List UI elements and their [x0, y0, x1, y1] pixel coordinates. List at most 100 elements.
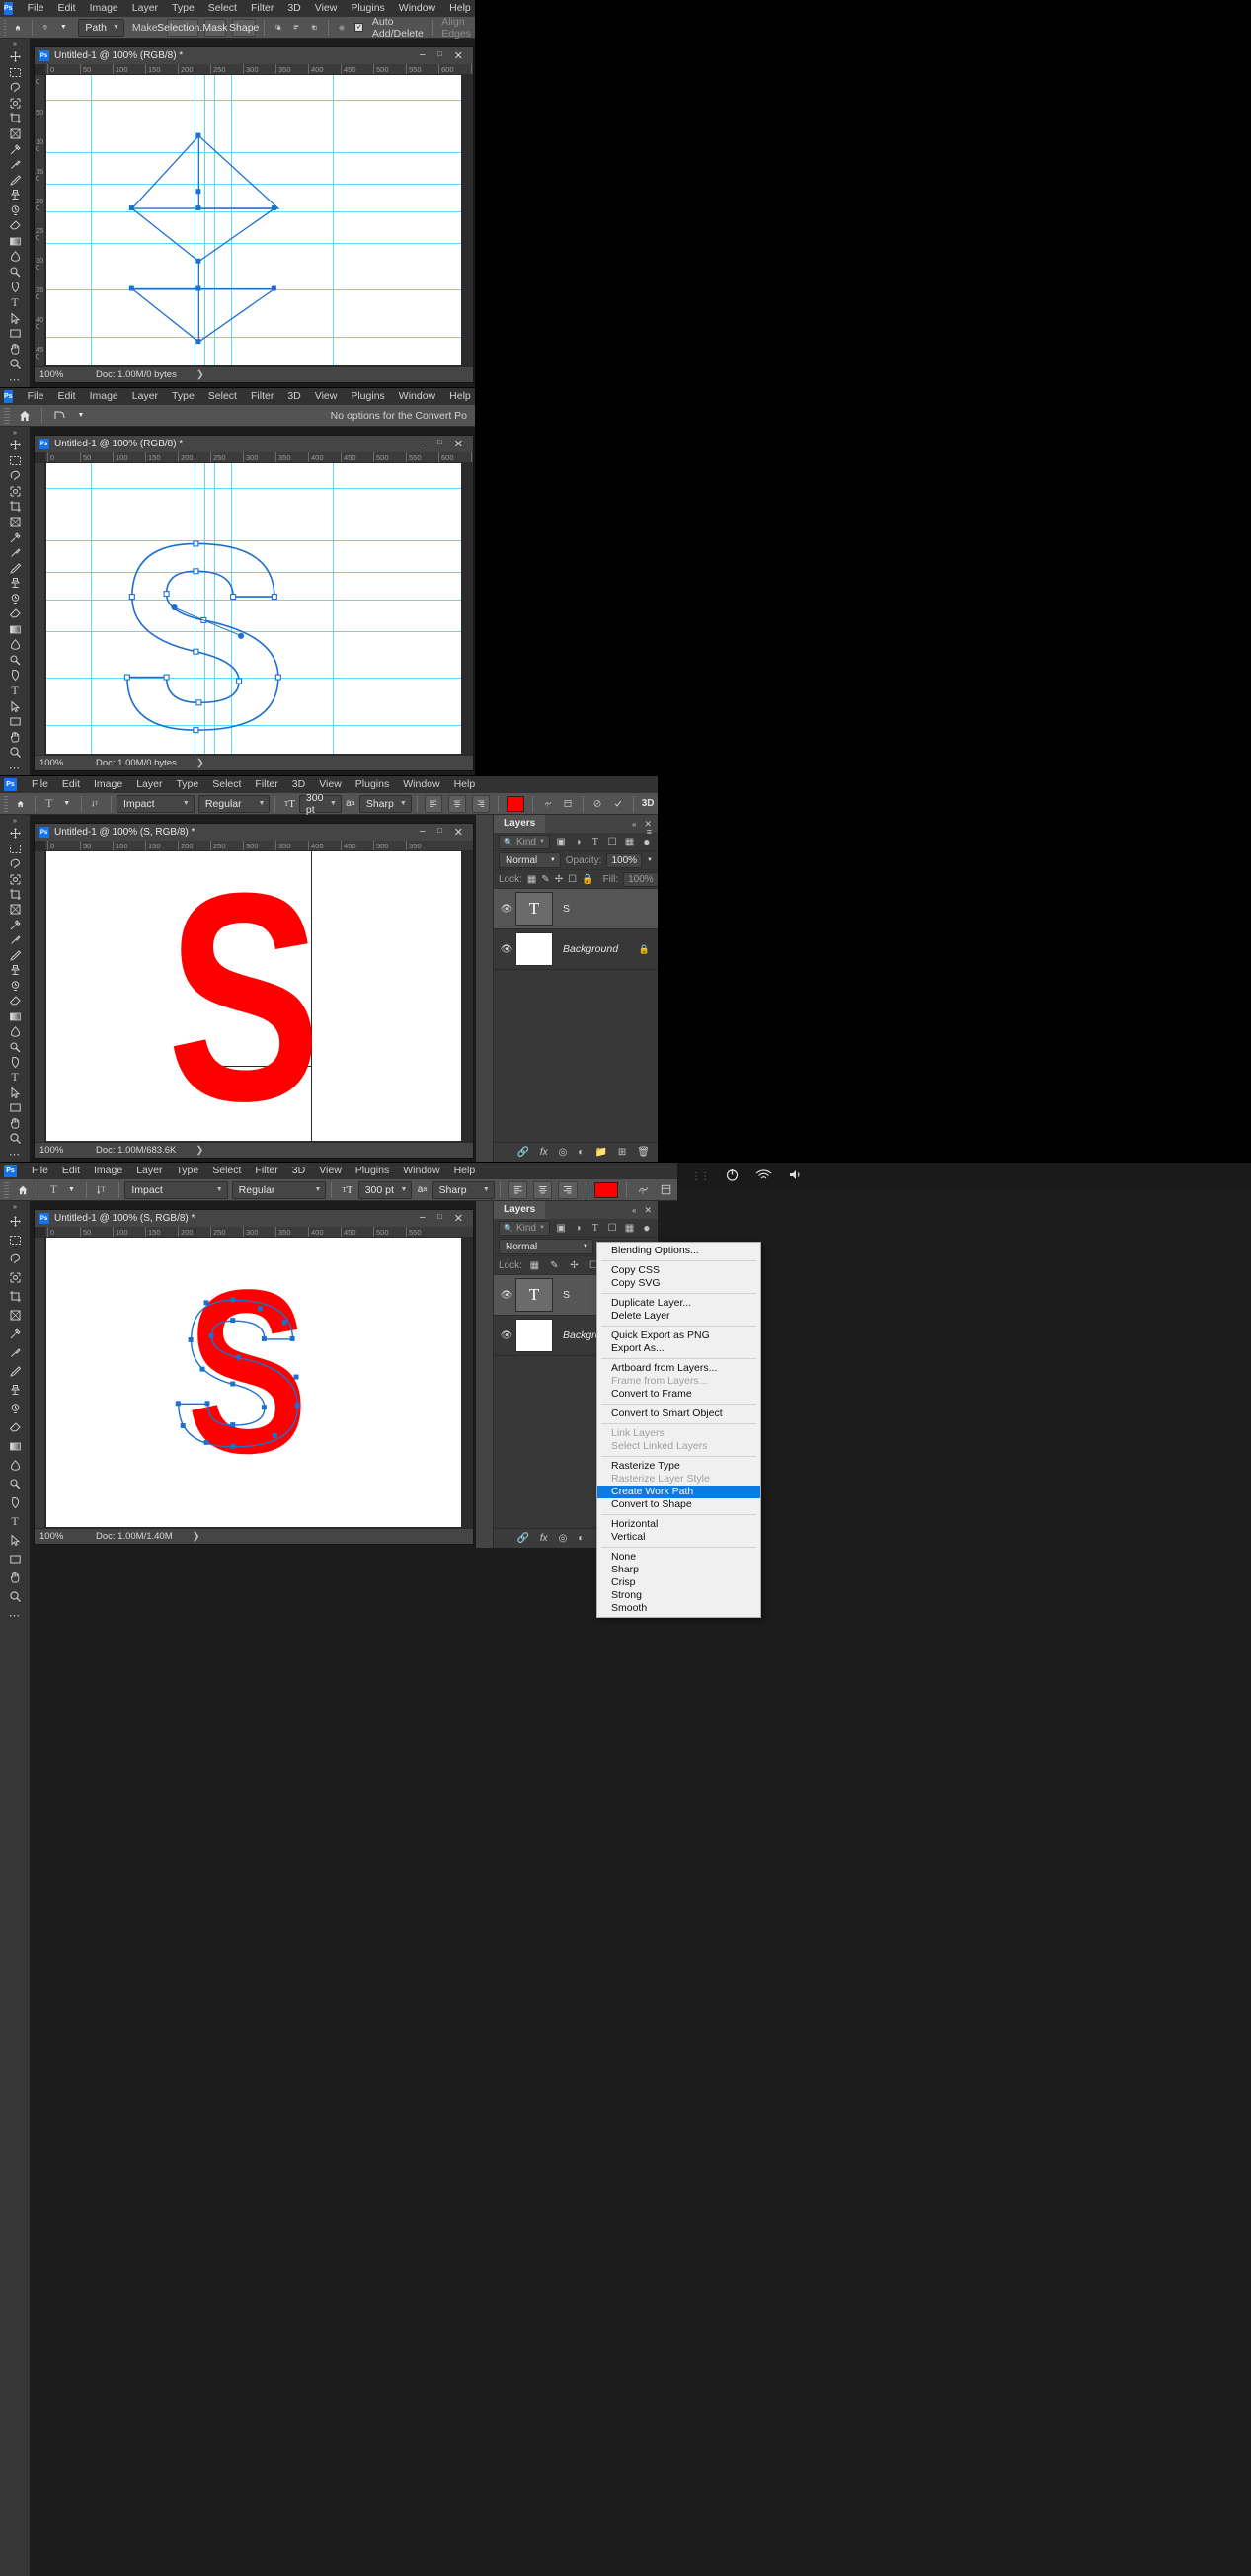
menu-filter[interactable]: Filter — [248, 1163, 284, 1179]
context-menu-item[interactable]: Convert to Smart Object — [597, 1408, 760, 1420]
character-paragraph-panels-icon[interactable] — [655, 1181, 677, 1199]
path-alignment-icon[interactable] — [287, 19, 305, 37]
tool-zoom[interactable] — [2, 1131, 28, 1146]
context-menu-item[interactable]: Copy SVG — [597, 1277, 760, 1290]
maximize-button[interactable]: □ — [437, 49, 442, 62]
tool-rectangle[interactable] — [2, 1550, 28, 1569]
tool-blur[interactable] — [2, 1456, 28, 1475]
canvas-area-4[interactable]: S — [46, 1238, 461, 1527]
tool-gradient[interactable] — [2, 234, 28, 250]
context-menu-item[interactable]: Duplicate Layer... — [597, 1297, 760, 1310]
blend-mode-select[interactable]: Normal ▼ — [499, 1239, 593, 1254]
link-layers-icon[interactable]: 🔗 — [516, 1147, 528, 1158]
options-bar-grip[interactable] — [4, 407, 10, 424]
menu-view[interactable]: View — [308, 0, 345, 17]
menu-image[interactable]: Image — [83, 0, 125, 17]
tool-move[interactable] — [2, 438, 28, 453]
tool-brush[interactable] — [2, 560, 28, 576]
minimize-button[interactable]: − — [420, 826, 426, 839]
menu-select[interactable]: Select — [201, 0, 244, 17]
tool-move[interactable] — [2, 826, 28, 841]
tool-crop[interactable] — [2, 887, 28, 902]
tool-frame[interactable] — [2, 515, 28, 530]
tool-eraser[interactable] — [2, 1418, 28, 1437]
tool-edit-toolbar[interactable]: ⋯ — [2, 1606, 28, 1625]
link-layers-icon[interactable]: 🔗 — [516, 1533, 528, 1544]
layer-row-background[interactable]: 👁 Background 🔒 — [494, 929, 658, 970]
document-tab-1[interactable]: Ps Untitled-1 @ 100% (RGB/8) * − □ ✕ — [35, 47, 473, 64]
toolbox-expand-icon[interactable]: » — [13, 1203, 17, 1212]
type-filter-icon[interactable]: T — [589, 1221, 601, 1236]
tool-frame[interactable] — [2, 1306, 28, 1325]
adjustment-filter-icon[interactable]: ◑ — [572, 835, 584, 849]
tool-gradient[interactable] — [2, 622, 28, 638]
collapse-panel-icon[interactable]: « — [632, 1206, 636, 1215]
tool-marquee[interactable] — [2, 1231, 28, 1249]
menu-edit[interactable]: Edit — [55, 1163, 87, 1179]
tool-history-brush[interactable] — [2, 591, 28, 606]
context-menu-item[interactable]: Export As... — [597, 1342, 760, 1355]
blend-mode-select[interactable]: Normal ▼ — [499, 852, 561, 868]
tool-path-selection[interactable] — [2, 1086, 28, 1100]
tool-eyedropper[interactable] — [2, 529, 28, 545]
zoom-level[interactable]: 100% — [35, 1531, 78, 1542]
canvas-area-2[interactable] — [46, 463, 461, 754]
convert-point-tool-icon[interactable] — [47, 407, 72, 425]
tool-eyedropper[interactable] — [2, 918, 28, 932]
tool-healing-brush[interactable] — [2, 932, 28, 947]
text-color-swatch[interactable] — [593, 1181, 618, 1198]
tool-path-selection[interactable] — [2, 310, 28, 326]
layer-row-s[interactable]: 👁 T S — [494, 889, 658, 929]
tool-history-brush[interactable] — [2, 1400, 28, 1418]
align-center-icon[interactable] — [448, 794, 467, 813]
menu-window[interactable]: Window — [392, 0, 442, 17]
tool-marquee[interactable] — [2, 453, 28, 469]
tool-rectangle[interactable] — [2, 714, 28, 730]
tool-eyedropper[interactable] — [2, 141, 28, 157]
adjustment-layer-icon[interactable]: ◐ — [578, 1147, 584, 1158]
layer-visibility-icon[interactable]: 👁 — [498, 1330, 515, 1341]
close-button[interactable]: ✕ — [454, 49, 463, 62]
auto-add-delete-checkbox[interactable]: ✓ — [351, 19, 368, 37]
lock-position-icon[interactable]: ✢ — [567, 1258, 582, 1273]
tool-history-brush[interactable] — [2, 979, 28, 994]
type-preset-chevron-icon[interactable]: ▼ — [58, 795, 76, 813]
tool-lasso[interactable] — [2, 468, 28, 484]
context-menu-item[interactable]: None — [597, 1551, 760, 1564]
lock-position-icon[interactable]: ✢ — [555, 872, 563, 887]
make-shape-button[interactable]: Shape — [229, 18, 259, 37]
character-paragraph-panels-icon[interactable] — [558, 795, 578, 813]
zoom-level[interactable]: 100% — [35, 758, 78, 768]
tool-type[interactable]: T — [2, 295, 28, 311]
delete-layer-icon[interactable]: 🗑 — [637, 1147, 650, 1158]
menu-filter[interactable]: Filter — [244, 388, 280, 405]
lock-image-pixels-icon[interactable]: ✎ — [541, 872, 549, 887]
tool-hand[interactable] — [2, 341, 28, 357]
network-icon[interactable] — [755, 1167, 772, 1185]
document-tab-3[interactable]: Ps Untitled-1 @ 100% (S, RGB/8) * − □ ✕ — [35, 824, 473, 841]
context-menu-item[interactable]: Smooth — [597, 1602, 760, 1615]
type-filter-icon[interactable]: T — [589, 835, 601, 849]
menu-window[interactable]: Window — [392, 388, 442, 405]
tool-pen[interactable] — [2, 280, 28, 295]
tool-lasso[interactable] — [2, 856, 28, 871]
context-menu-item[interactable]: Vertical — [597, 1531, 760, 1544]
tool-dodge[interactable] — [2, 265, 28, 281]
tool-history-brush[interactable] — [2, 202, 28, 218]
context-menu-item[interactable]: Copy CSS — [597, 1264, 760, 1277]
font-style-select[interactable]: Regular ▼ — [231, 1180, 327, 1199]
opacity-input[interactable]: 100% — [606, 852, 643, 868]
menu-layer[interactable]: Layer — [125, 388, 165, 405]
menu-select[interactable]: Select — [201, 388, 244, 405]
tool-object-selection[interactable] — [2, 871, 28, 886]
tab-layers[interactable]: Layers — [494, 1201, 546, 1219]
menu-file[interactable]: File — [21, 388, 51, 405]
canvas-area-3[interactable]: S — [46, 851, 461, 1141]
close-button[interactable]: ✕ — [454, 1212, 463, 1225]
maximize-button[interactable]: □ — [437, 1212, 442, 1225]
menu-plugins[interactable]: Plugins — [344, 388, 391, 405]
minimize-button[interactable]: − — [420, 438, 426, 450]
tool-lasso[interactable] — [2, 1249, 28, 1268]
status-expand-arrow-icon[interactable]: ❯ — [176, 1145, 203, 1156]
pixel-filter-icon[interactable]: ▣ — [555, 1221, 567, 1236]
